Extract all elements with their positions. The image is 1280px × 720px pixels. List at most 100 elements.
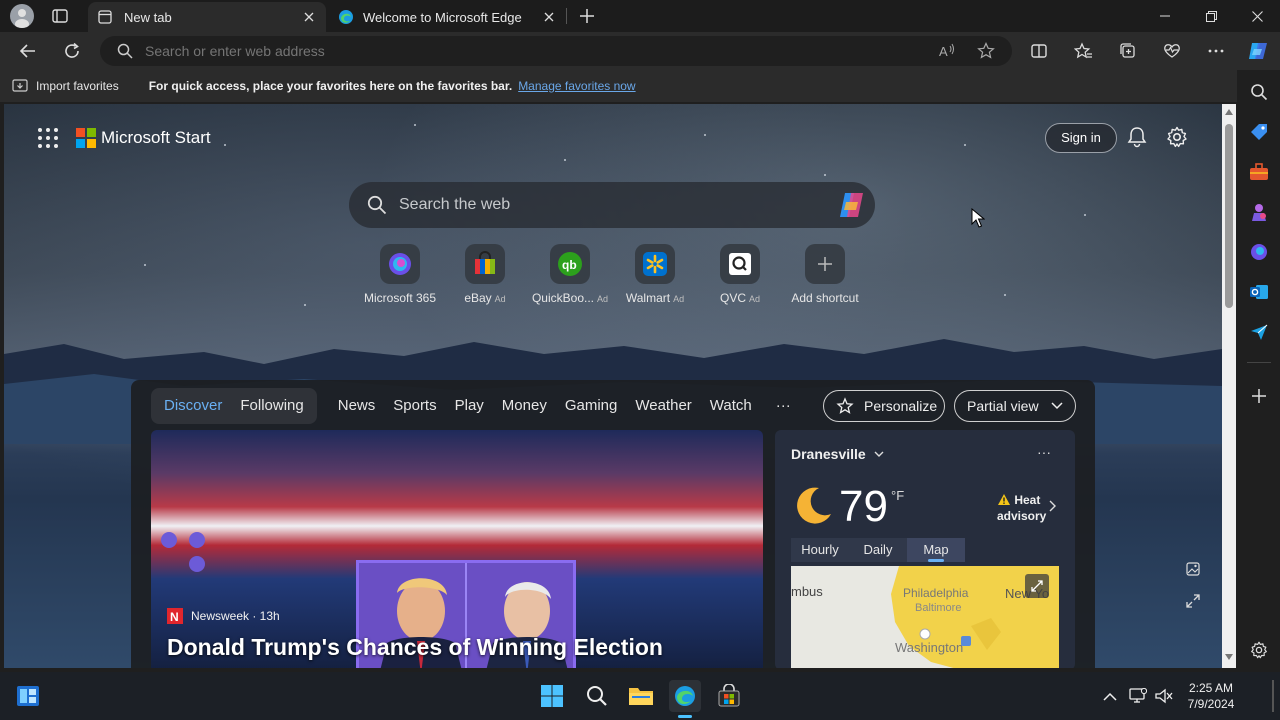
- show-desktop-button[interactable]: [1272, 680, 1274, 712]
- manage-favorites-link[interactable]: Manage favorites now: [518, 79, 635, 93]
- weather-location-dropdown[interactable]: Dranesville: [791, 446, 884, 462]
- tab-new-tab[interactable]: New tab: [88, 2, 326, 32]
- favorites-icon[interactable]: [1068, 36, 1098, 66]
- sign-in-button[interactable]: Sign in: [1045, 123, 1117, 153]
- outlook-icon[interactable]: [1245, 278, 1273, 306]
- map-label: mbus: [791, 584, 823, 599]
- volume-muted-icon[interactable]: [1148, 680, 1180, 712]
- address-input[interactable]: [145, 43, 905, 59]
- file-explorer-icon[interactable]: [625, 680, 657, 712]
- settings-more-icon[interactable]: [1201, 36, 1231, 66]
- tab-weather[interactable]: Weather: [626, 391, 700, 421]
- shortcut-walmart[interactable]: Walmart Ad: [610, 244, 700, 306]
- shortcut-ebay[interactable]: eBay Ad: [440, 244, 530, 306]
- web-search-input[interactable]: [399, 196, 799, 214]
- taskbar-edge-icon[interactable]: [669, 680, 701, 712]
- tab-welcome[interactable]: Welcome to Microsoft Edge: [328, 2, 566, 32]
- web-search-box[interactable]: [349, 182, 875, 228]
- add-sidebar-app-icon[interactable]: [1245, 382, 1273, 410]
- scroll-up-arrow-icon[interactable]: [1224, 108, 1234, 116]
- tab-watch[interactable]: Watch: [701, 391, 761, 421]
- tab-play[interactable]: Play: [446, 391, 493, 421]
- tab-discover[interactable]: Discover: [155, 391, 231, 421]
- news-feed-panel: Discover Following News Sports Play Mone…: [131, 380, 1095, 668]
- mouse-cursor-icon: [971, 208, 985, 228]
- warning-triangle-icon: [997, 493, 1011, 506]
- page-settings-gear-icon[interactable]: [1166, 126, 1188, 148]
- split-screen-icon[interactable]: [1024, 36, 1054, 66]
- windows-start-icon[interactable]: [536, 680, 568, 712]
- tab-following[interactable]: Following: [231, 391, 312, 421]
- shortcut-qvc[interactable]: QVC Ad: [695, 244, 785, 306]
- shopping-tag-icon[interactable]: [1245, 118, 1273, 146]
- back-button[interactable]: [13, 36, 43, 66]
- close-tab-icon[interactable]: [300, 8, 318, 26]
- partial-view-label: Partial view: [967, 398, 1039, 414]
- address-bar[interactable]: A: [100, 36, 1012, 66]
- favorite-star-icon[interactable]: [977, 42, 995, 60]
- system-clock[interactable]: 2:25 AM 7/9/2024: [1180, 680, 1242, 712]
- tab-divider: [566, 8, 567, 24]
- hero-news-card[interactable]: N Newsweek · 13h Donald Trump's Chances …: [151, 430, 763, 668]
- microsoft-365-sidebar-icon[interactable]: [1245, 238, 1273, 266]
- tab-actions-icon[interactable]: [50, 6, 70, 26]
- scroll-down-arrow-icon[interactable]: [1224, 653, 1234, 661]
- expand-map-icon[interactable]: [1025, 574, 1049, 598]
- expand-page-icon[interactable]: [1186, 594, 1200, 608]
- restore-button[interactable]: [1188, 0, 1234, 32]
- widgets-icon[interactable]: [12, 680, 44, 712]
- star: [1004, 294, 1006, 296]
- brand-title[interactable]: Microsoft Start: [101, 128, 211, 148]
- qvc-icon: [720, 244, 760, 284]
- weather-map[interactable]: mbus Philadelphia Baltimore New Yo Washi…: [791, 566, 1059, 668]
- collections-icon[interactable]: [1113, 36, 1143, 66]
- copilot-icon[interactable]: [1243, 36, 1273, 66]
- shortcut-quickbooks[interactable]: qb QuickBoo... Ad: [525, 244, 615, 306]
- search-icon: [367, 195, 387, 215]
- send-drop-icon[interactable]: [1245, 318, 1273, 346]
- profile-avatar[interactable]: [10, 4, 34, 28]
- new-tab-plus-icon[interactable]: [578, 7, 596, 25]
- weather-tab-daily[interactable]: Daily: [849, 538, 907, 562]
- partial-view-dropdown[interactable]: Partial view: [954, 390, 1076, 422]
- star: [304, 304, 306, 306]
- weather-more-button[interactable]: ···: [1037, 444, 1051, 460]
- personalize-star-icon: [836, 397, 854, 415]
- shortcut-microsoft-365[interactable]: Microsoft 365: [355, 244, 445, 306]
- background-image-icon[interactable]: [1186, 562, 1200, 576]
- import-favorites-button[interactable]: Import favorites: [36, 79, 119, 93]
- ad-badge: Ad: [749, 294, 761, 304]
- tools-briefcase-icon[interactable]: [1245, 158, 1273, 186]
- sidebar-settings-gear-icon[interactable]: [1245, 636, 1273, 664]
- page-scrollbar[interactable]: [1222, 104, 1236, 668]
- map-label: Washington: [895, 640, 964, 655]
- refresh-button[interactable]: [57, 36, 87, 66]
- star: [964, 144, 966, 146]
- tab-sports[interactable]: Sports: [384, 391, 445, 421]
- personalize-button[interactable]: Personalize: [823, 390, 945, 422]
- more-tabs-button[interactable]: ···: [767, 391, 800, 421]
- browser-essentials-icon[interactable]: [1157, 36, 1187, 66]
- games-icon[interactable]: [1245, 198, 1273, 226]
- svg-text:N: N: [170, 610, 179, 624]
- favorites-bar-message: For quick access, place your favorites h…: [148, 79, 513, 93]
- add-shortcut-button[interactable]: Add shortcut: [780, 244, 870, 306]
- copilot-search-icon[interactable]: [837, 191, 867, 219]
- minimize-button[interactable]: [1142, 0, 1188, 32]
- tab-news[interactable]: News: [329, 391, 385, 421]
- hero-headline[interactable]: Donald Trump's Chances of Winning Electi…: [167, 634, 663, 661]
- weather-tab-hourly[interactable]: Hourly: [791, 538, 849, 562]
- scroll-thumb[interactable]: [1225, 124, 1233, 308]
- heat-advisory-alert[interactable]: Heat advisory: [997, 492, 1067, 524]
- tab-money[interactable]: Money: [493, 391, 556, 421]
- notifications-bell-icon[interactable]: [1127, 126, 1147, 148]
- microsoft-store-icon[interactable]: [713, 680, 745, 712]
- app-launcher-icon[interactable]: [37, 127, 59, 149]
- close-window-button[interactable]: [1234, 0, 1280, 32]
- star: [1084, 214, 1086, 216]
- sidebar-search-icon[interactable]: [1245, 78, 1273, 106]
- close-tab-icon[interactable]: [540, 8, 558, 26]
- taskbar-search-icon[interactable]: [581, 680, 613, 712]
- tab-gaming[interactable]: Gaming: [556, 391, 627, 421]
- read-aloud-icon[interactable]: A: [938, 42, 956, 60]
